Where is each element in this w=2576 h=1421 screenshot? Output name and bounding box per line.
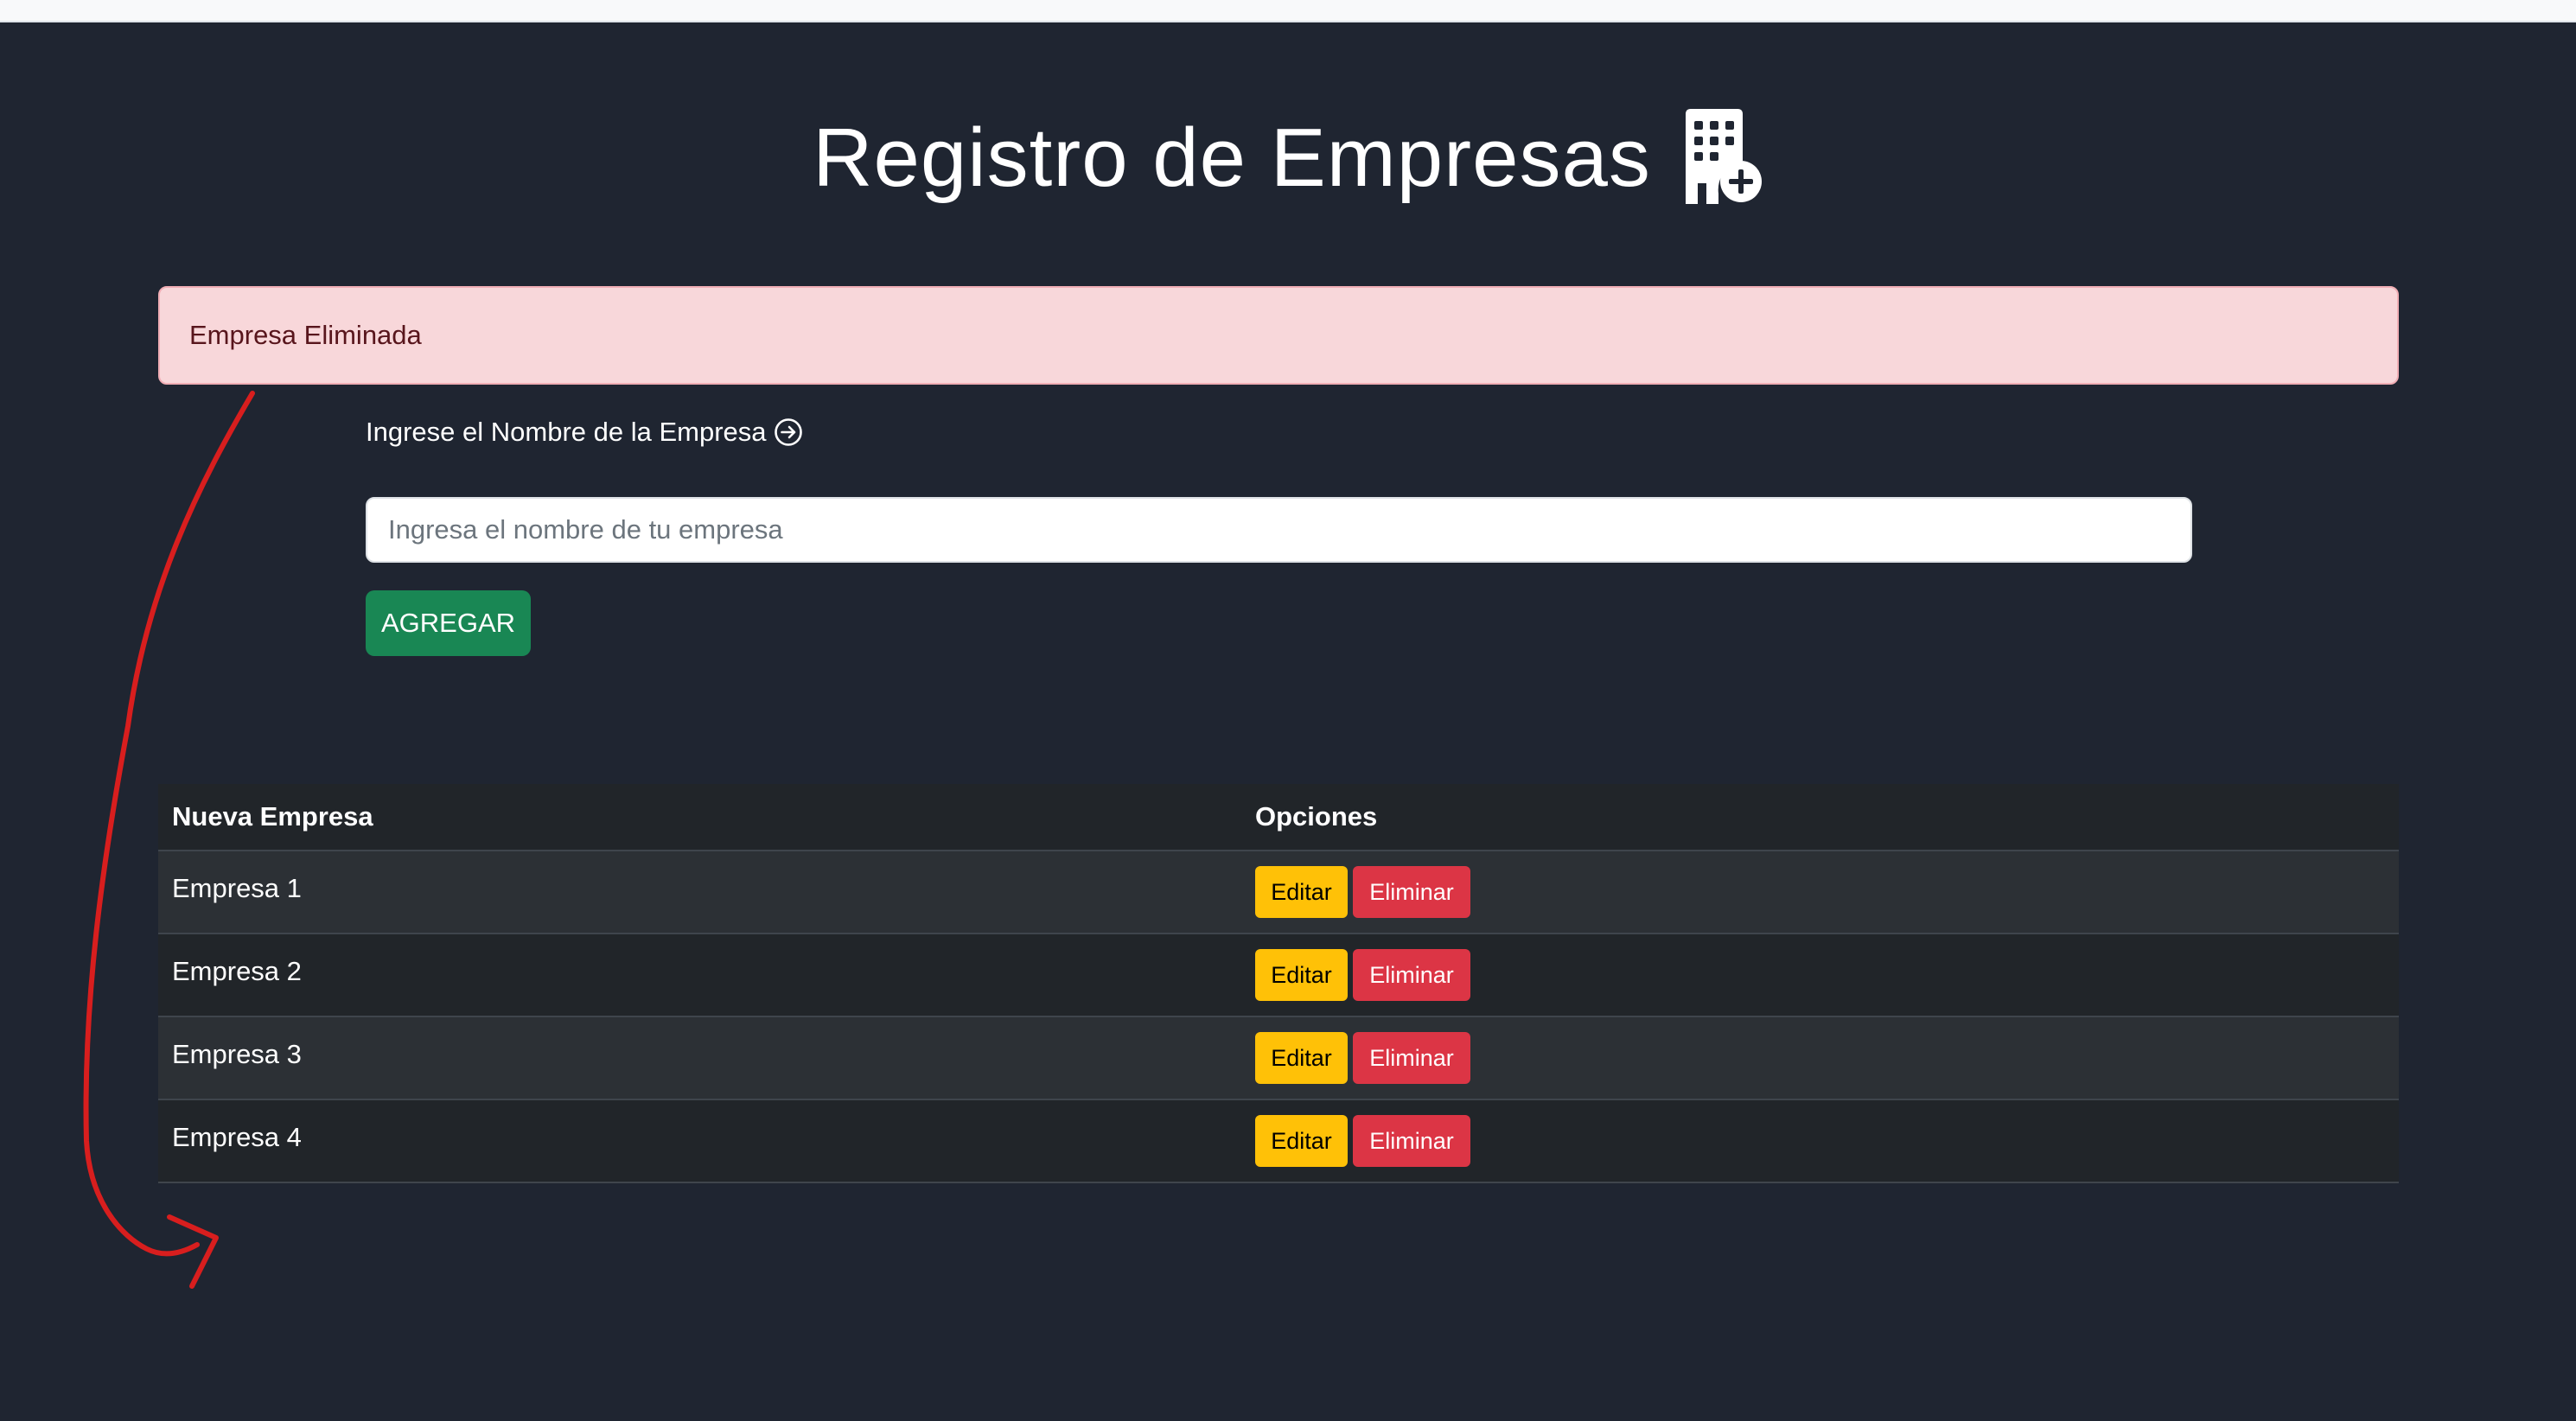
- edit-button[interactable]: Editar: [1255, 1032, 1348, 1084]
- table-header-row: Nueva Empresa Opciones: [158, 784, 2399, 851]
- company-name-cell: Empresa 1: [158, 851, 1241, 934]
- column-header-options: Opciones: [1241, 784, 2399, 851]
- page-title: Registro de Empresas: [813, 112, 1651, 204]
- building-add-icon: [1680, 109, 1763, 204]
- delete-button[interactable]: Eliminar: [1353, 1115, 1470, 1167]
- column-header-company: Nueva Empresa: [158, 784, 1241, 851]
- table-row: Empresa 2 Editar Eliminar: [158, 934, 2399, 1017]
- table-row: Empresa 3 Editar Eliminar: [158, 1016, 2399, 1100]
- browser-top-strip: [0, 0, 2576, 22]
- options-cell: Editar Eliminar: [1241, 851, 2399, 934]
- company-name-input[interactable]: [366, 497, 2192, 563]
- company-name: Empresa 2: [172, 956, 302, 986]
- delete-button[interactable]: Eliminar: [1353, 1032, 1470, 1084]
- edit-button[interactable]: Editar: [1255, 866, 1348, 918]
- edit-button[interactable]: Editar: [1255, 1115, 1348, 1167]
- form-label: Ingrese el Nombre de la Empresa: [366, 417, 803, 448]
- company-name-cell: Empresa 2: [158, 934, 1241, 1017]
- add-button[interactable]: AGREGAR: [366, 590, 531, 656]
- company-name: Empresa 1: [172, 873, 302, 903]
- options-cell: Editar Eliminar: [1241, 934, 2399, 1017]
- header: Registro de Empresas: [0, 102, 2576, 214]
- options-cell: Editar Eliminar: [1241, 1016, 2399, 1100]
- company-name: Empresa 4: [172, 1122, 302, 1152]
- table-row: Empresa 4 Editar Eliminar: [158, 1099, 2399, 1183]
- options-cell: Editar Eliminar: [1241, 1099, 2399, 1183]
- delete-button[interactable]: Eliminar: [1353, 949, 1470, 1001]
- company-name-cell: Empresa 3: [158, 1016, 1241, 1100]
- arrow-right-circle-icon: [774, 417, 803, 447]
- form-label-text: Ingrese el Nombre de la Empresa: [366, 417, 767, 447]
- companies-table: Nueva Empresa Opciones Empresa 1 Editar E…: [158, 784, 2399, 1183]
- alert-message: Empresa Eliminada: [158, 286, 2399, 385]
- company-name: Empresa 3: [172, 1039, 302, 1069]
- table-row: Empresa 1 Editar Eliminar: [158, 851, 2399, 934]
- alert-text: Empresa Eliminada: [189, 320, 422, 350]
- company-name-cell: Empresa 4: [158, 1099, 1241, 1183]
- edit-button[interactable]: Editar: [1255, 949, 1348, 1001]
- delete-button[interactable]: Eliminar: [1353, 866, 1470, 918]
